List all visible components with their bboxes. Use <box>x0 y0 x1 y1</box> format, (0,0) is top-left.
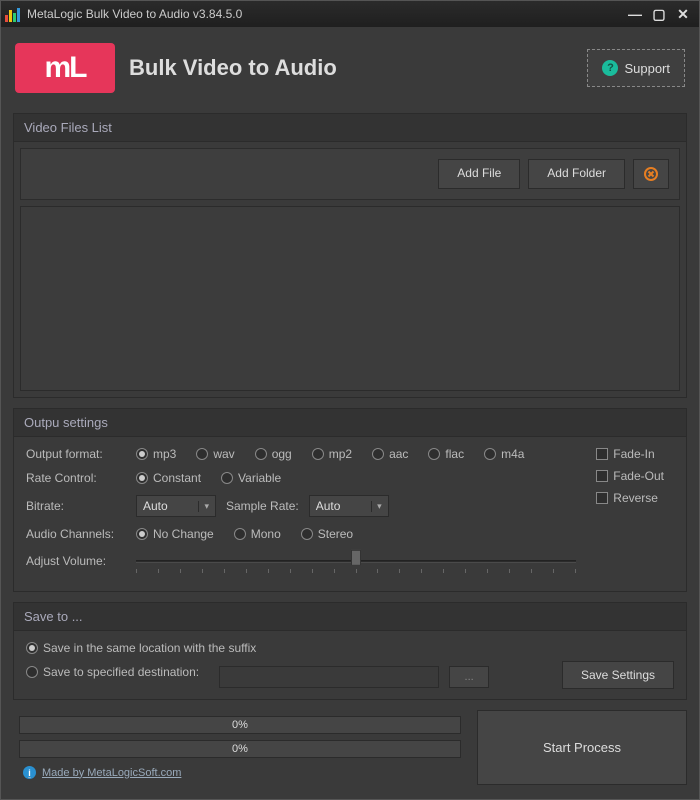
clear-icon <box>643 166 659 182</box>
format-mp2[interactable]: mp2 <box>312 447 352 461</box>
format-aac[interactable]: aac <box>372 447 408 461</box>
clear-list-button[interactable] <box>633 159 669 189</box>
save-to-title: Save to ... <box>14 603 686 631</box>
volume-label: Adjust Volume: <box>26 554 126 568</box>
save-settings-button[interactable]: Save Settings <box>562 661 674 689</box>
format-wav[interactable]: wav <box>196 447 234 461</box>
fade-in-check[interactable]: Fade-In <box>596 447 664 461</box>
channels-label: Audio Channels: <box>26 527 126 541</box>
channels-mono[interactable]: Mono <box>234 527 281 541</box>
bottom-row: 0% 0% i Made by MetaLogicSoft.com Start … <box>13 710 687 785</box>
output-settings-title: Outpu settings <box>14 409 686 437</box>
format-m4a[interactable]: m4a <box>484 447 524 461</box>
file-list-title: Video Files List <box>14 114 686 142</box>
output-settings-group: Outpu settings Output format: mp3 wav og… <box>13 408 687 592</box>
add-folder-button[interactable]: Add Folder <box>528 159 625 189</box>
app-title: Bulk Video to Audio <box>129 55 573 81</box>
made-by-link[interactable]: i Made by MetaLogicSoft.com <box>19 764 461 779</box>
maximize-button[interactable]: ▢ <box>647 5 671 23</box>
progress-bar-1: 0% <box>19 716 461 734</box>
save-to-group: Save to ... Save in the same location wi… <box>13 602 687 700</box>
start-process-button[interactable]: Start Process <box>477 710 687 785</box>
reverse-check[interactable]: Reverse <box>596 491 664 505</box>
close-window-button[interactable]: ✕ <box>671 5 695 23</box>
logo: mL <box>15 43 115 93</box>
channels-stereo[interactable]: Stereo <box>301 527 353 541</box>
file-list-area[interactable] <box>20 206 680 391</box>
add-file-button[interactable]: Add File <box>438 159 520 189</box>
file-list-group: Video Files List Add File Add Folder <box>13 113 687 398</box>
progress-bar-2: 0% <box>19 740 461 758</box>
fade-out-check[interactable]: Fade-Out <box>596 469 664 483</box>
support-label: Support <box>624 61 670 76</box>
save-specified-destination[interactable]: Save to specified destination: <box>26 665 199 679</box>
destination-input[interactable] <box>219 666 439 688</box>
format-ogg[interactable]: ogg <box>255 447 292 461</box>
info-icon: i <box>23 766 36 779</box>
help-icon: ? <box>602 60 618 76</box>
output-format-label: Output format: <box>26 447 126 461</box>
format-mp3[interactable]: mp3 <box>136 447 176 461</box>
app-window: MetaLogic Bulk Video to Audio v3.84.5.0 … <box>0 0 700 800</box>
bitrate-select[interactable]: Auto▾ <box>136 495 216 517</box>
file-list-toolbar: Add File Add Folder <box>20 148 680 200</box>
minimize-button[interactable]: — <box>623 5 647 23</box>
channels-nochange[interactable]: No Change <box>136 527 214 541</box>
titlebar: MetaLogic Bulk Video to Audio v3.84.5.0 … <box>1 1 699 27</box>
header: mL Bulk Video to Audio ? Support <box>13 37 687 103</box>
bitrate-label: Bitrate: <box>26 499 126 513</box>
volume-slider[interactable] <box>136 551 576 571</box>
browse-button[interactable]: ... <box>449 666 489 688</box>
rate-constant[interactable]: Constant <box>136 471 201 485</box>
sample-rate-label: Sample Rate: <box>226 499 299 513</box>
rate-variable[interactable]: Variable <box>221 471 281 485</box>
support-button[interactable]: ? Support <box>587 49 685 87</box>
window-title: MetaLogic Bulk Video to Audio v3.84.5.0 <box>27 7 242 21</box>
save-same-location[interactable]: Save in the same location with the suffi… <box>26 641 552 655</box>
rate-control-label: Rate Control: <box>26 471 126 485</box>
format-flac[interactable]: flac <box>428 447 464 461</box>
app-icon <box>5 6 21 22</box>
sample-rate-select[interactable]: Auto▾ <box>309 495 389 517</box>
